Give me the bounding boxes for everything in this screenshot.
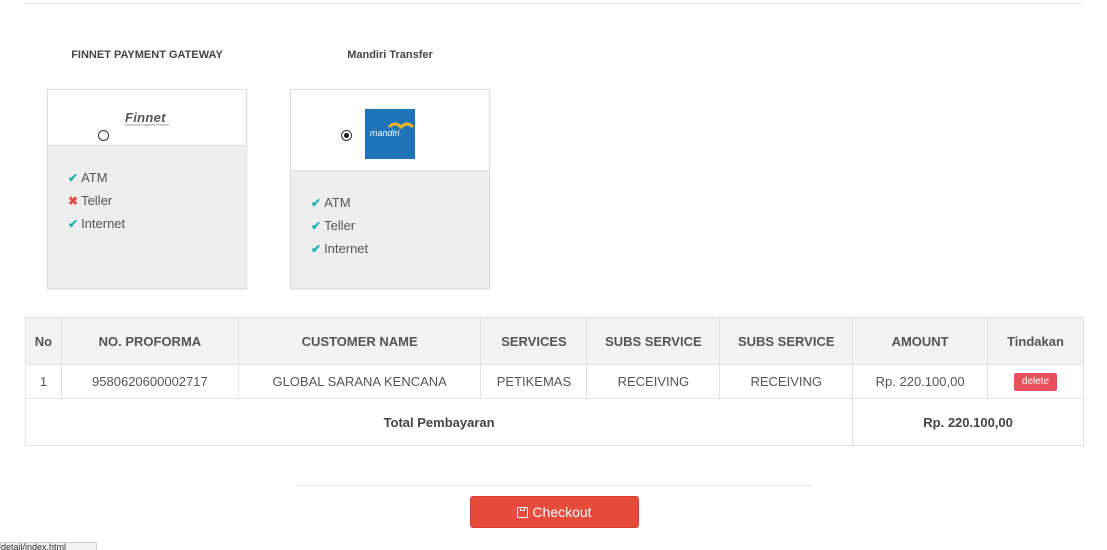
feature-label: Teller xyxy=(324,218,356,233)
check-icon: ✔ xyxy=(311,219,322,233)
feature-item: ✔ ATM xyxy=(68,166,125,189)
mandiri-radio[interactable] xyxy=(341,130,352,141)
checkout-button[interactable]: Checkout xyxy=(470,496,639,528)
cell-subs-service: RECEIVING xyxy=(586,364,721,399)
feature-label: Internet xyxy=(324,241,369,256)
column-header-customer: CUSTOMER NAME xyxy=(237,317,482,365)
total-label: Total Pembayaran xyxy=(24,398,854,446)
cell-customer: GLOBAL SARANA KENCANA xyxy=(237,364,482,399)
finnet-title: FINNET PAYMENT GATEWAY xyxy=(71,49,223,61)
top-divider xyxy=(25,3,1084,4)
column-header-action: Tindakan xyxy=(987,317,1084,365)
feature-label: Teller xyxy=(81,193,113,208)
feature-item: ✔ Teller xyxy=(311,214,368,237)
mandiri-logo-text: mandiri xyxy=(370,128,400,138)
feature-label: ATM xyxy=(81,170,108,185)
finnet-radio[interactable] xyxy=(98,130,109,141)
feature-item: ✖ Teller xyxy=(68,189,125,212)
mandiri-feature-list: ✔ ATM ✔ Teller ✔ Internet xyxy=(311,191,368,260)
column-header-proforma: NO. PROFORMA xyxy=(60,317,239,365)
column-header-subs-service-2: SUBS SERVICE xyxy=(719,317,854,365)
cell-action: delete xyxy=(987,364,1084,399)
finnet-logo: Finnet Electronic Payment Provider xyxy=(125,110,173,130)
table-header-row: No NO. PROFORMA CUSTOMER NAME SERVICES S… xyxy=(25,317,1084,365)
mandiri-card-header: mandiri xyxy=(291,90,489,171)
total-row: Total Pembayaran Rp. 220.100,00 xyxy=(24,398,1084,446)
column-header-no: No xyxy=(25,317,62,365)
column-header-amount: AMOUNT xyxy=(852,317,989,365)
feature-item: ✔ ATM xyxy=(311,191,368,214)
mandiri-card[interactable]: mandiri ✔ ATM ✔ Teller ✔ Internet xyxy=(290,89,490,289)
total-amount: Rp. 220.100,00 xyxy=(852,398,1084,446)
finnet-card[interactable]: Finnet Electronic Payment Provider ✔ ATM … xyxy=(47,89,247,289)
check-icon: ✔ xyxy=(311,196,322,210)
feature-item: ✔ Internet xyxy=(68,212,125,235)
cell-no: 1 xyxy=(25,364,62,399)
cell-subs-service-2: RECEIVING xyxy=(719,364,854,399)
proforma-table: No NO. PROFORMA CUSTOMER NAME SERVICES S… xyxy=(24,317,1084,446)
mandiri-logo: mandiri xyxy=(365,109,415,159)
feature-item: ✔ Internet xyxy=(311,237,368,260)
feature-label: Internet xyxy=(81,216,126,231)
table-row: 1 9580620600002717 GLOBAL SARANA KENCANA… xyxy=(25,364,1084,399)
check-icon: ✔ xyxy=(311,242,322,256)
cross-icon: ✖ xyxy=(68,194,79,208)
finnet-feature-list: ✔ ATM ✖ Teller ✔ Internet xyxy=(68,166,125,235)
cell-amount: Rp. 220.100,00 xyxy=(852,364,989,399)
column-header-services: SERVICES xyxy=(480,317,588,365)
floppy-disk-icon xyxy=(517,507,529,518)
finnet-logo-subtext: Electronic Payment Provider xyxy=(125,123,170,127)
mandiri-title: Mandiri Transfer xyxy=(347,49,433,61)
column-header-subs-service: SUBS SERVICE xyxy=(586,317,721,365)
checkout-label: Checkout xyxy=(532,504,592,520)
cell-proforma: 9580620600002717 xyxy=(60,364,239,399)
check-icon: ✔ xyxy=(68,217,79,231)
feature-label: ATM xyxy=(324,195,351,210)
bottom-divider xyxy=(296,485,812,486)
cell-services: PETIKEMAS xyxy=(480,364,588,399)
delete-button[interactable]: delete xyxy=(1013,373,1058,391)
finnet-card-header: Finnet Electronic Payment Provider xyxy=(48,90,246,146)
check-icon: ✔ xyxy=(68,171,79,185)
